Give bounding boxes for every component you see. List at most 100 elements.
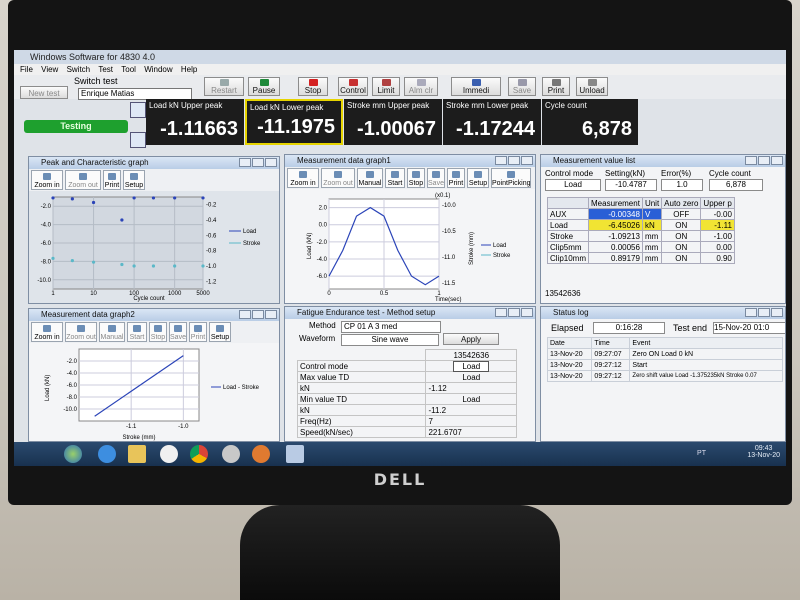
setup-button[interactable]: Setup [209,322,231,342]
zoom-in-button[interactable]: Zoom in [31,322,63,342]
alarm-clear-button[interactable]: Alm clr [404,77,438,96]
maximize-icon[interactable] [252,158,264,167]
table-row[interactable]: Freq(Hz) 7 [296,415,517,427]
gear-app-icon[interactable] [252,445,270,463]
data-point-stroke [201,264,205,268]
point-picking-button[interactable]: PointPicking [491,168,531,188]
taskbar-clock[interactable]: 09:43 13-Nov-20 [747,445,780,459]
table-row[interactable]: Control mode Load [296,360,517,372]
pause-button[interactable]: Pause [248,77,280,96]
data-point-load [201,196,205,200]
close-icon[interactable] [265,158,277,167]
start-button[interactable]: Start [385,168,405,188]
zoom-in-button[interactable]: Zoom in [31,170,63,190]
table-row[interactable]: Clip5mm 0.00056 mm ON 0.00 [546,241,735,253]
internet-explorer-icon[interactable] [98,445,116,463]
zoom-in-button[interactable]: Zoom in [287,168,319,188]
table-row[interactable]: 13-Nov-20 09:27:07 Zero ON Load 0 kN [546,348,783,360]
maximize-icon[interactable] [252,310,264,319]
table-row[interactable]: Load -6.45026 kN ON -1.11 [546,219,735,231]
setup-button[interactable]: Setup [123,170,145,190]
table-row[interactable]: Max value TD Load [296,371,517,383]
minimize-icon[interactable] [239,158,251,167]
restart-button[interactable]: Restart [204,77,244,96]
table-row[interactable]: Speed(kN/sec) 221.6707 [296,426,517,438]
close-icon[interactable] [521,156,533,165]
waveform-icon[interactable] [130,102,146,118]
media-player-icon[interactable] [160,445,178,463]
language-indicator[interactable]: PT [697,450,706,457]
stop-button[interactable]: Stop [298,77,328,96]
start-menu-icon[interactable] [64,445,82,463]
chrome-icon[interactable] [190,445,208,463]
save-graph-button[interactable]: Save [169,322,187,342]
table-row[interactable]: Clip10mm 0.89179 mm ON 0.90 [546,252,735,264]
menu-tool[interactable]: Tool [121,65,136,74]
setup-button[interactable]: Setup [467,168,489,188]
window-caption: Peak and Characteristic graph [29,157,279,169]
app-icon[interactable] [222,445,240,463]
immediate-button[interactable]: Immedi [451,77,501,96]
testing-software-icon[interactable] [286,445,304,463]
menu-file[interactable]: File [20,65,33,74]
stop-icon [154,325,162,332]
save-button[interactable]: Save [508,77,536,96]
minimize-icon[interactable] [745,156,757,165]
save-graph-button[interactable]: Save [427,168,445,188]
manual-button[interactable]: Manual [357,168,383,188]
unload-button[interactable]: Unload [576,77,608,96]
menu-view[interactable]: View [41,65,58,74]
close-icon[interactable] [521,308,533,317]
print-icon [108,173,116,180]
limit-button[interactable]: Limit [372,77,400,96]
menu-test[interactable]: Test [98,65,113,74]
menu-window[interactable]: Window [144,65,172,74]
status-log-table: Date Time Event 13-Nov-20 09:27:07 Zero ON… [546,337,783,382]
y-tick-label-left: 2.0 [319,206,328,212]
maximize-icon[interactable] [758,308,770,317]
start-button[interactable]: Start [127,322,147,342]
table-row[interactable]: 13-Nov-20 09:27:12 Zero shift value Load -… [546,370,783,382]
y-axis-label-right: Stroke (mm) [469,232,475,265]
maximize-icon[interactable] [508,156,520,165]
print-graph-button[interactable]: Print [103,170,121,190]
error-label: Error(%) [661,169,692,178]
new-test-button[interactable]: New test [20,86,68,99]
menu-switch[interactable]: Switch [67,65,91,74]
minimize-icon[interactable] [495,308,507,317]
tool-icon[interactable] [130,132,146,148]
table-row[interactable]: 13-Nov-20 09:27:12 Start [546,359,783,371]
close-icon[interactable] [771,156,783,165]
minimize-icon[interactable] [495,156,507,165]
close-icon[interactable] [265,310,277,319]
print-graph-button[interactable]: Print [447,168,465,188]
maximize-icon[interactable] [758,156,770,165]
apply-button[interactable]: Apply [443,333,499,345]
table-row[interactable]: Min value TD Load [296,393,517,405]
menu-help[interactable]: Help [181,65,197,74]
data-point-stroke [132,264,136,268]
table-row[interactable]: kN -11.2 [296,404,517,416]
zoom-in-icon [43,173,51,180]
maximize-icon[interactable] [508,308,520,317]
stop-graph-button[interactable]: Stop [149,322,167,342]
print-graph-button[interactable]: Print [189,322,207,342]
y-tick-label-right: -0.6 [206,233,217,239]
zoom-out-button[interactable]: Zoom out [321,168,355,188]
zoom-out-button[interactable]: Zoom out [65,322,97,342]
control-button[interactable]: Control [338,77,368,96]
close-icon[interactable] [771,308,783,317]
table-row[interactable]: Stroke -1.09213 mm ON -1.00 [546,230,735,242]
minimize-icon[interactable] [239,310,251,319]
table-row[interactable]: AUX -0.00348 V OFF -0.00 [546,208,735,220]
print-button[interactable]: Print [542,77,570,96]
zoom-out-button[interactable]: Zoom out [65,170,101,190]
measurement-table: Measurement Unit Auto zero Upper p AUX -… [546,197,735,264]
waveform-select[interactable]: Sine wave [341,334,439,346]
manual-button[interactable]: Manual [99,322,125,342]
table-row[interactable]: kN -1.12 [296,382,517,394]
minimize-icon[interactable] [745,308,757,317]
method-select[interactable]: CP 01 A 3 med [341,321,441,333]
file-explorer-icon[interactable] [128,445,146,463]
stop-graph-button[interactable]: Stop [407,168,425,188]
